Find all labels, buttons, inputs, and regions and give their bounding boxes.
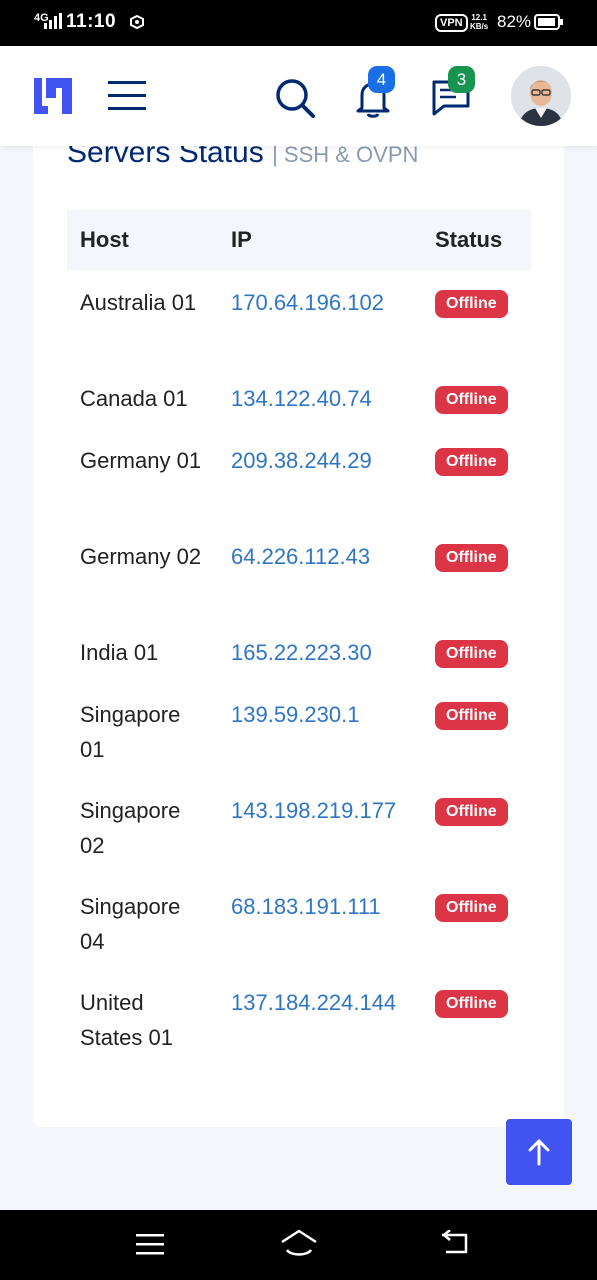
host-cell: United States 01: [80, 990, 173, 1050]
ip-link[interactable]: 134.122.40.74: [231, 381, 372, 416]
avatar-portrait-icon: [511, 66, 571, 126]
status-badge: Offline: [435, 798, 508, 826]
vpn-indicator: VPN: [435, 14, 468, 32]
recent-apps-icon[interactable]: [136, 1232, 164, 1256]
battery-percent: 82%: [497, 12, 532, 31]
status-badge: Offline: [435, 386, 508, 414]
ip-link[interactable]: 143.198.219.177: [231, 793, 396, 828]
host-cell: Canada 01: [80, 386, 188, 411]
ip-link[interactable]: 68.183.191.111: [231, 889, 381, 924]
clock: 11:10: [66, 11, 117, 32]
ip-link[interactable]: 170.64.196.102: [231, 285, 384, 320]
column-header-host: Host: [80, 227, 129, 252]
host-cell: Germany 01: [80, 448, 202, 473]
arrow-up-icon: [528, 1139, 550, 1166]
ip-link[interactable]: 139.59.230.1: [231, 697, 359, 732]
app-logo[interactable]: [32, 74, 74, 116]
servers-status-card: Servers Status | SSH & OVPN Host IP Stat…: [33, 120, 564, 1127]
table-header: Host IP Status: [67, 210, 531, 270]
battery-icon: [534, 14, 563, 30]
status-badge: Offline: [435, 640, 508, 668]
column-header-ip: IP: [231, 227, 252, 252]
status-badge: Offline: [435, 448, 508, 476]
home-icon[interactable]: [279, 1228, 319, 1260]
status-bar: 4G 11:10 VPN 12.1 KB/s 82%: [0, 0, 597, 46]
messages-count-badge: 3: [448, 66, 475, 93]
host-cell: India 01: [80, 640, 159, 665]
status-badge: Offline: [435, 990, 508, 1018]
system-navigation-bar: [0, 1210, 597, 1280]
status-badge: Offline: [435, 702, 508, 730]
host-cell: Singapore 02: [80, 798, 181, 858]
user-avatar[interactable]: [511, 66, 571, 126]
host-cell: Germany 02: [80, 544, 202, 569]
host-cell: Australia 01: [80, 290, 197, 315]
back-icon[interactable]: [440, 1230, 470, 1258]
column-header-status: Status: [435, 227, 503, 252]
search-icon[interactable]: [275, 78, 315, 118]
ip-link[interactable]: 209.38.244.29: [231, 443, 372, 478]
ip-link[interactable]: 137.184.224.144: [231, 985, 396, 1020]
status-badge: Offline: [435, 544, 508, 572]
status-badge: Offline: [435, 894, 508, 922]
notifications-count-badge: 4: [368, 66, 395, 93]
status-badge: Offline: [435, 290, 508, 318]
back-to-top-button[interactable]: [506, 1119, 572, 1185]
signal-icon: [44, 13, 62, 29]
ip-link[interactable]: 64.226.112.43: [231, 539, 370, 574]
host-cell: Singapore 04: [80, 894, 181, 954]
app-header: 4 3: [0, 46, 597, 146]
ip-link[interactable]: 165.22.223.30: [231, 635, 372, 670]
menu-toggle-icon[interactable]: [108, 80, 146, 112]
network-speed: 12.1 KB/s: [470, 13, 489, 31]
host-cell: Singapore 01: [80, 702, 181, 762]
hotspot-icon: [130, 15, 144, 29]
